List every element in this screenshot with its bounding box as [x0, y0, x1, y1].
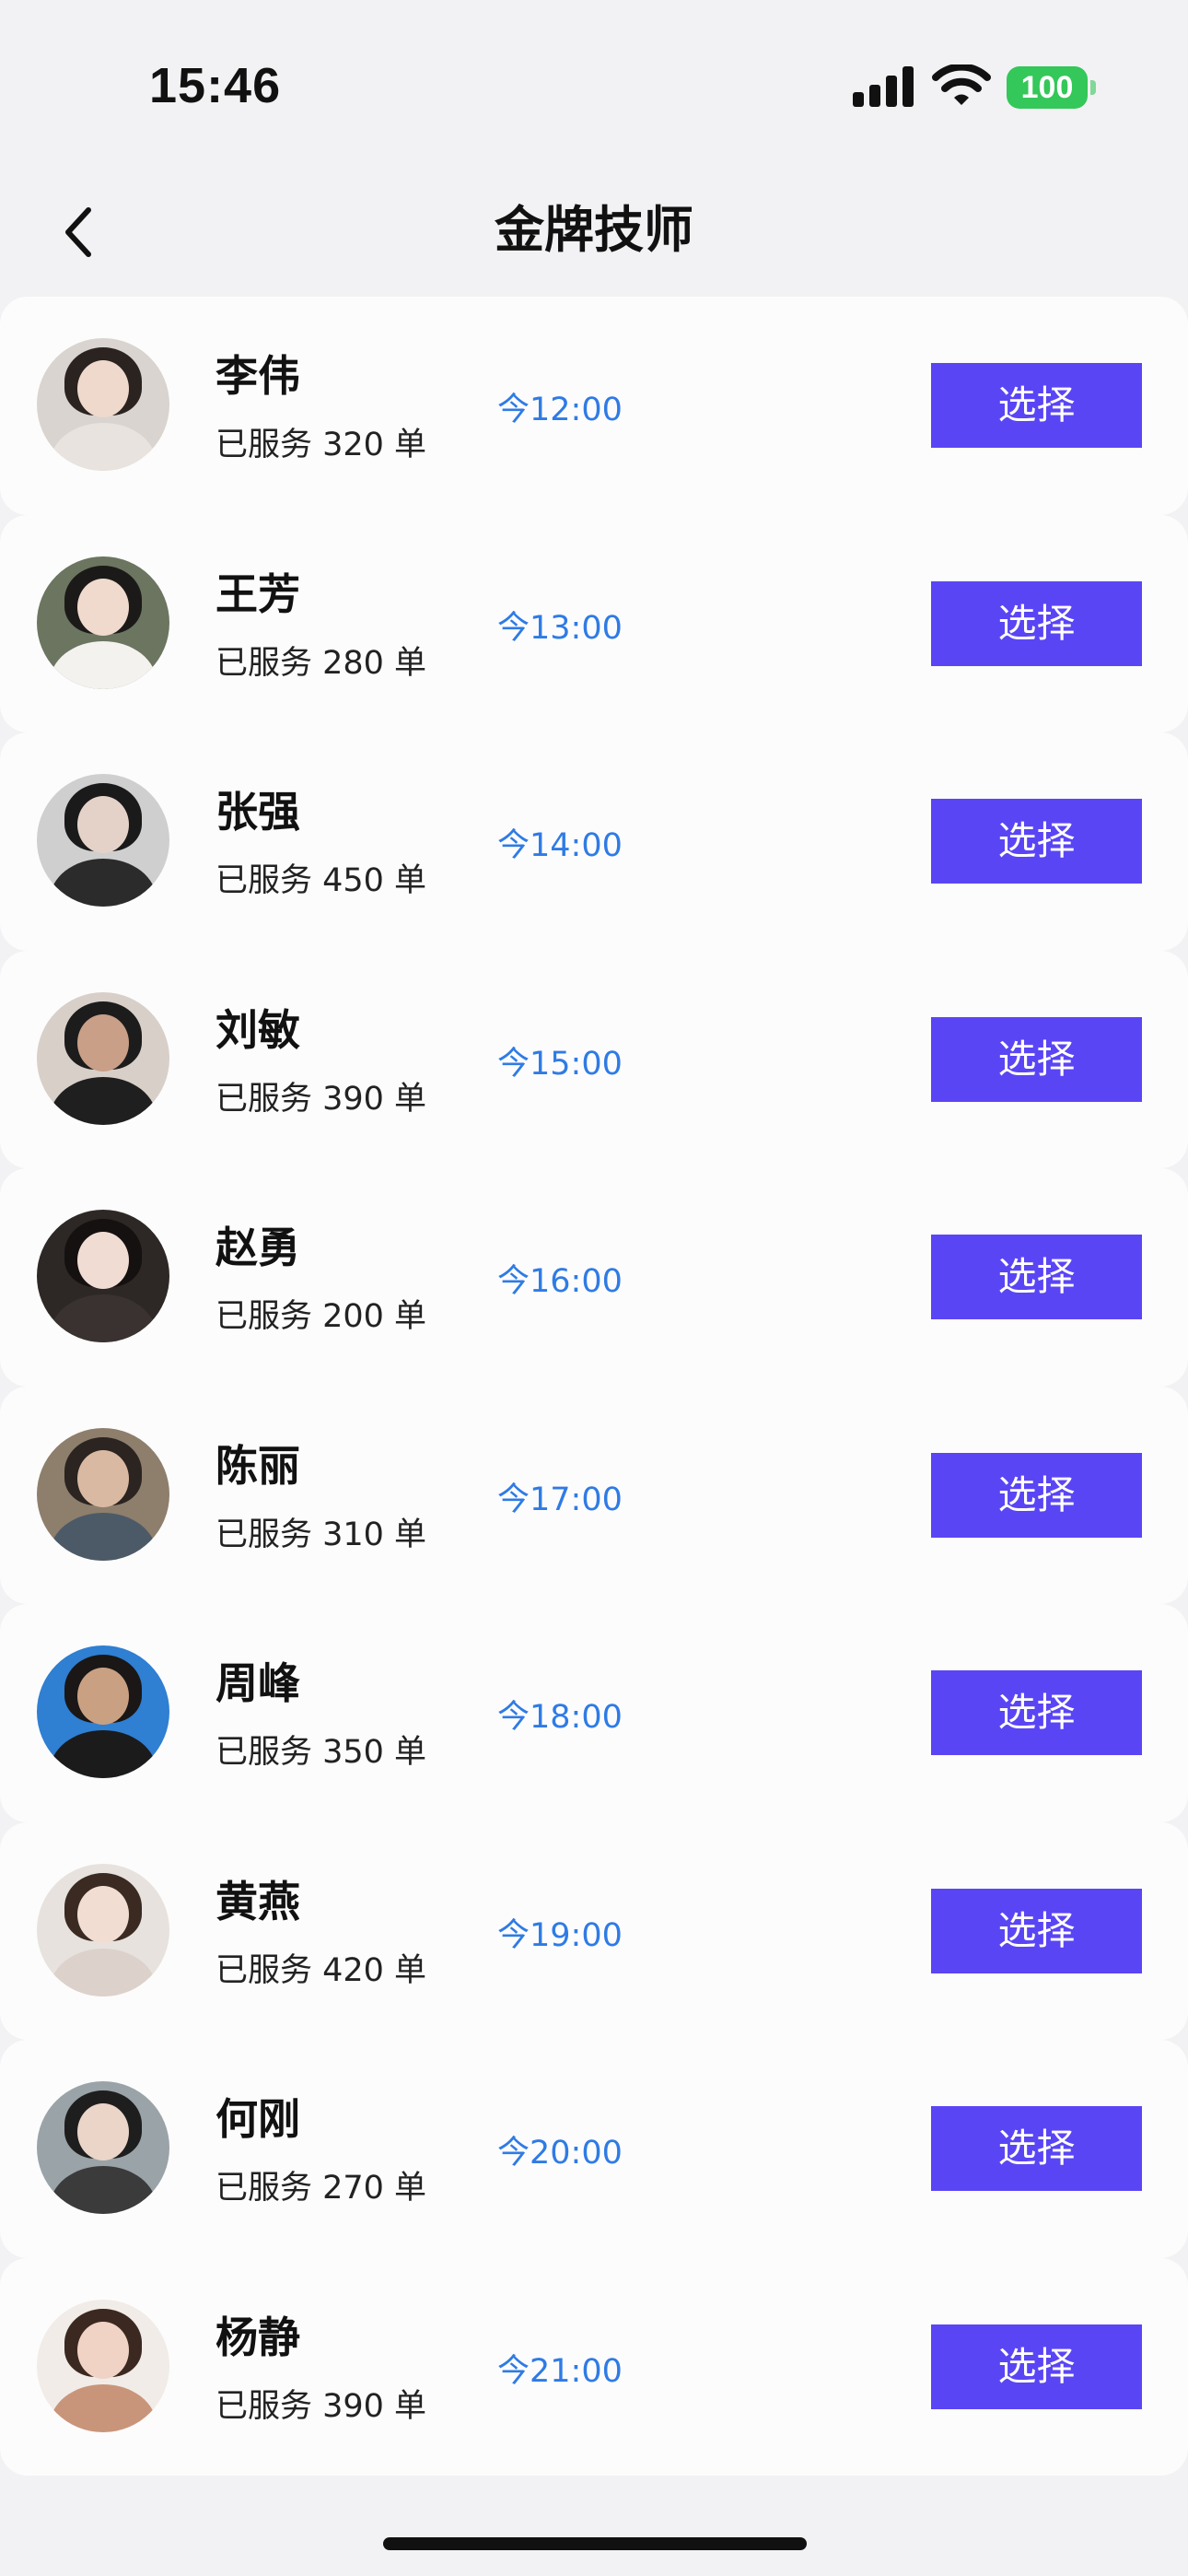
technician-card[interactable]: 杨静已服务 390 单 今21:00 选择 [0, 2257, 1188, 2476]
technician-list: 李伟 已服务 320 单今12:00 选择 王芳 已服务 280 单今13:00 选择 张强… [0, 297, 1188, 2476]
avatar [37, 1210, 169, 1342]
technician-card[interactable]: 赵勇已服务 200 单 今16:00 选择 [0, 1168, 1188, 1387]
back-button[interactable] [52, 199, 111, 265]
select-button[interactable]: 选择 [931, 363, 1142, 448]
technician-card[interactable]: 黄燕已服务 420 单 今19:00 选择 [0, 1821, 1188, 2040]
available-time: 今15:00 [497, 1045, 623, 1083]
available-time: 今17:00 [497, 1481, 623, 1518]
available-time: 今14:00 [497, 827, 623, 864]
technician-card[interactable]: 张强已服务 450 单 今14:00 选择 [0, 732, 1188, 951]
avatar [37, 991, 169, 1125]
cellular-signal-icon [853, 66, 914, 107]
avatar [37, 2299, 169, 2432]
select-button[interactable]: 选择 [931, 1452, 1142, 1538]
technician-name: 张强 [215, 787, 300, 837]
status-time: 15:46 [149, 58, 282, 113]
served-count: 已服务 320 单 [215, 427, 427, 463]
served-count: 已服务 270 单 [215, 2170, 427, 2207]
available-time: 今16:00 [497, 1263, 623, 1300]
served-count: 已服务 390 单 [215, 1080, 427, 1118]
available-time: 今21:00 [497, 2352, 623, 2390]
served-count: 已服务 200 单 [215, 1298, 427, 1335]
select-button[interactable]: 选择 [931, 1235, 1142, 1319]
technician-card[interactable]: 王芳已服务 280 单 今13:00 选择 [0, 514, 1188, 732]
select-button[interactable]: 选择 [931, 1888, 1142, 1973]
avatar [37, 338, 169, 471]
navigation-bar: 金牌技师 [0, 166, 1188, 295]
avatar [37, 2081, 169, 2214]
available-time: 今13:00 [497, 609, 623, 647]
technician-name: 何刚 [215, 2094, 300, 2144]
technician-name: 李伟 [215, 351, 300, 401]
technician-name: 周峰 [215, 1658, 300, 1708]
served-count: 已服务 280 单 [215, 644, 427, 682]
home-indicator [383, 2537, 807, 2550]
select-button[interactable]: 选择 [931, 2106, 1142, 2191]
select-button[interactable]: 选择 [931, 580, 1142, 666]
available-time: 今18:00 [497, 1699, 623, 1736]
technician-name: 黄燕 [215, 1876, 300, 1926]
battery-indicator: 100 [1007, 66, 1088, 109]
wifi-icon [932, 64, 991, 105]
technician-name: 刘敏 [215, 1004, 300, 1055]
select-button[interactable]: 选择 [931, 799, 1142, 884]
technician-card[interactable]: 李伟已服务 320 单 今12:00 选择 [0, 297, 1188, 515]
technician-name: 杨静 [215, 2312, 300, 2362]
technician-card[interactable]: 刘敏已服务 390 单 今15:00 选择 [0, 950, 1188, 1168]
select-button[interactable]: 选择 [931, 1016, 1142, 1102]
avatar [37, 774, 169, 907]
available-time: 今20:00 [497, 2135, 623, 2172]
available-time: 今19:00 [497, 1916, 623, 1954]
served-count: 已服务 350 单 [215, 1734, 427, 1771]
avatar [37, 1645, 169, 1778]
status-bar: 15:46 100 [0, 0, 1188, 166]
battery-cap [1090, 80, 1096, 95]
technician-card[interactable]: 周峰已服务 350 单 今18:00 选择 [0, 1604, 1188, 1822]
available-time: 今12:00 [497, 392, 623, 428]
technician-card[interactable]: 何刚已服务 270 单 今20:00 选择 [0, 2040, 1188, 2258]
select-button[interactable]: 选择 [931, 1670, 1142, 1755]
technician-name: 陈丽 [215, 1440, 300, 1491]
served-count: 已服务 450 单 [215, 862, 427, 899]
technician-card[interactable]: 陈丽已服务 310 单 今17:00 选择 [0, 1386, 1188, 1604]
served-count: 已服务 390 单 [215, 2387, 427, 2425]
avatar [37, 1863, 169, 1996]
served-count: 已服务 420 单 [215, 1951, 427, 1989]
technician-name: 王芳 [215, 568, 300, 619]
select-button[interactable]: 选择 [931, 2324, 1142, 2409]
avatar [37, 556, 169, 689]
served-count: 已服务 310 单 [215, 1516, 427, 1553]
technician-name: 赵勇 [215, 1223, 300, 1272]
page-title: 金牌技师 [495, 201, 693, 259]
avatar [37, 1427, 169, 1561]
